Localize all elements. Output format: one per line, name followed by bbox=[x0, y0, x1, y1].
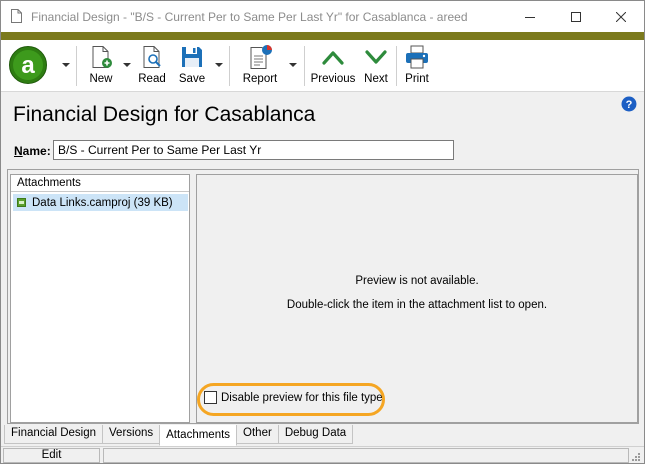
disable-preview-option[interactable]: Disable preview for this file type bbox=[204, 391, 383, 404]
attachments-header: Attachments bbox=[11, 175, 189, 192]
tab-attachments[interactable]: Attachments bbox=[159, 425, 238, 446]
close-button[interactable] bbox=[598, 1, 644, 32]
tab-debug-data[interactable]: Debug Data bbox=[277, 425, 354, 444]
save-button[interactable]: Save bbox=[177, 43, 207, 89]
disable-preview-checkbox[interactable] bbox=[204, 391, 217, 404]
new-document-icon bbox=[92, 46, 112, 68]
document-icon bbox=[11, 9, 22, 23]
new-dropdown-icon[interactable] bbox=[123, 63, 131, 67]
print-label: Print bbox=[405, 73, 429, 85]
read-button[interactable]: Read bbox=[137, 43, 167, 89]
save-label: Save bbox=[178, 73, 206, 85]
help-icon[interactable]: ? bbox=[621, 96, 637, 112]
toolbar-separator bbox=[396, 46, 397, 86]
preview-message: Preview is not available. bbox=[355, 275, 479, 287]
status-mode: Edit bbox=[3, 448, 100, 463]
new-button[interactable]: New bbox=[85, 43, 117, 89]
chevron-up-icon bbox=[322, 51, 344, 65]
report-label: Report bbox=[242, 73, 278, 85]
app-logo-icon: a bbox=[9, 46, 47, 84]
resize-grip-icon[interactable] bbox=[631, 452, 641, 462]
tab-financial-design[interactable]: Financial Design bbox=[4, 425, 104, 444]
title-bar: Financial Design - "B/S - Current Per to… bbox=[1, 1, 644, 32]
new-label: New bbox=[89, 73, 113, 85]
status-bar: Edit bbox=[1, 446, 644, 463]
page-title: Financial Design for Casablanca bbox=[13, 103, 316, 126]
app-menu-button[interactable]: a bbox=[8, 45, 48, 91]
file-icon bbox=[17, 198, 26, 207]
previous-label: Previous bbox=[310, 73, 356, 85]
name-field[interactable] bbox=[53, 140, 454, 160]
print-button[interactable]: Print bbox=[403, 43, 431, 89]
close-icon bbox=[616, 11, 626, 22]
preview-pane: Preview is not available. Double-click t… bbox=[196, 174, 638, 423]
next-label: Next bbox=[364, 73, 388, 85]
toolbar: a New Read Save Report Previous Next Pri… bbox=[1, 40, 644, 92]
svg-text:a: a bbox=[21, 52, 35, 79]
disable-preview-label: Disable preview for this file type bbox=[221, 391, 383, 404]
read-label: Read bbox=[138, 73, 166, 85]
printer-icon bbox=[406, 45, 428, 69]
app-menu-dropdown-icon[interactable] bbox=[62, 63, 70, 67]
toolbar-separator bbox=[304, 46, 305, 86]
tab-strip: Financial Design Versions Attachments Ot… bbox=[4, 425, 354, 446]
maximize-button[interactable] bbox=[553, 1, 599, 32]
toolbar-separator bbox=[76, 46, 77, 86]
tab-other[interactable]: Other bbox=[236, 425, 279, 444]
svg-text:?: ? bbox=[626, 99, 633, 111]
maximize-icon bbox=[571, 11, 581, 22]
accent-bar bbox=[1, 32, 644, 40]
attachment-label: Data Links.camproj (39 KB) bbox=[32, 196, 173, 209]
save-dropdown-icon[interactable] bbox=[215, 63, 223, 67]
report-button[interactable]: Report bbox=[241, 43, 279, 89]
report-dropdown-icon[interactable] bbox=[289, 63, 297, 67]
previous-button[interactable]: Previous bbox=[311, 43, 355, 89]
report-icon bbox=[250, 45, 272, 69]
name-label: Name: bbox=[14, 144, 51, 158]
tab-versions[interactable]: Versions bbox=[102, 425, 161, 444]
minimize-icon bbox=[525, 16, 535, 18]
attachments-list[interactable]: Attachments Data Links.camproj (39 KB) bbox=[10, 174, 190, 423]
save-icon bbox=[182, 47, 202, 67]
read-document-icon bbox=[143, 46, 161, 68]
next-button[interactable]: Next bbox=[362, 43, 390, 89]
list-item[interactable]: Data Links.camproj (39 KB) bbox=[13, 194, 188, 211]
app-window: Financial Design - "B/S - Current Per to… bbox=[0, 0, 645, 464]
chevron-down-icon bbox=[365, 50, 387, 64]
status-panel bbox=[103, 448, 629, 463]
window-title: Financial Design - "B/S - Current Per to… bbox=[31, 10, 468, 24]
preview-hint: Double-click the item in the attachment … bbox=[286, 299, 548, 311]
minimize-button[interactable] bbox=[507, 1, 553, 32]
toolbar-separator bbox=[229, 46, 230, 86]
